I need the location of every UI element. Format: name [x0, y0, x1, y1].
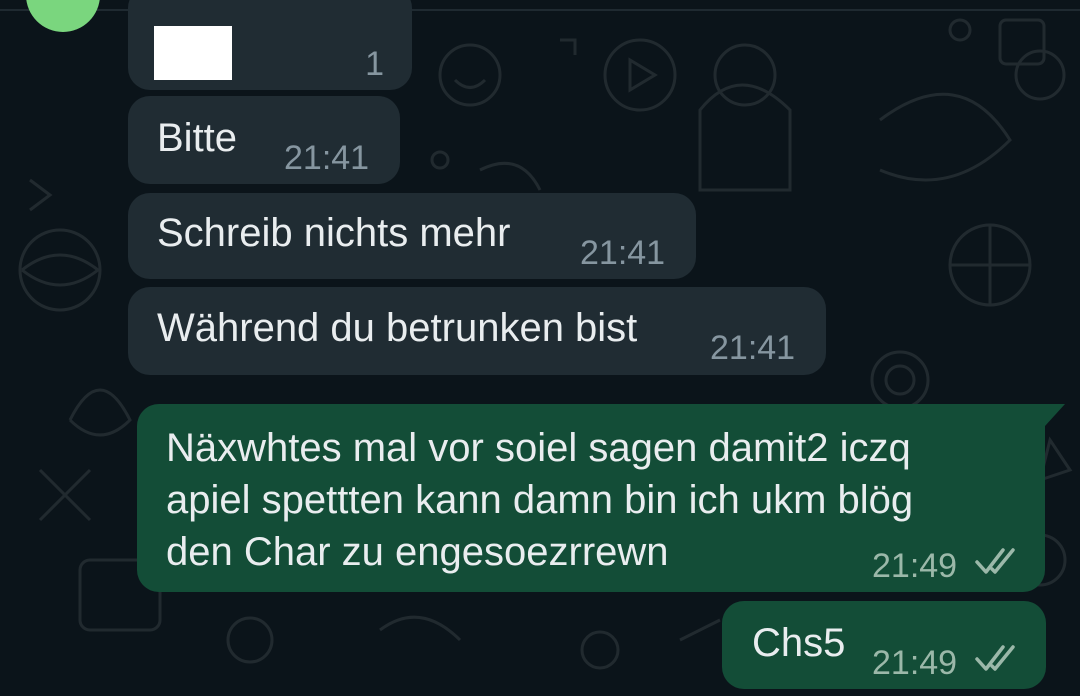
message-time: 21:49	[872, 644, 958, 682]
message-text: Während du betrunken bist	[157, 306, 638, 350]
message-time: 21:41	[710, 329, 796, 367]
redacted-image	[154, 26, 232, 80]
double-check-icon	[975, 645, 1015, 671]
message-text: Näxwhtes mal vor soiel sagen damit2 iczq…	[166, 426, 914, 574]
double-check-icon	[975, 548, 1015, 574]
bubble-tail	[1045, 404, 1065, 426]
incoming-message-bubble[interactable]: 1	[128, 0, 412, 90]
incoming-message-bubble[interactable]: Bitte 21:41	[128, 96, 400, 184]
message-time: 1	[365, 45, 384, 83]
incoming-message-bubble[interactable]: Während du betrunken bist 21:41	[128, 287, 826, 375]
message-time: 21:41	[580, 234, 666, 272]
message-time: 21:49	[872, 547, 958, 585]
message-text: Schreib nichts mehr	[157, 211, 511, 255]
message-text: Bitte	[157, 116, 238, 160]
outgoing-message-bubble[interactable]: Näxwhtes mal vor soiel sagen damit2 iczq…	[137, 404, 1045, 592]
message-time: 21:41	[284, 139, 370, 177]
chat-view[interactable]: 1 Bitte 21:41 Schreib nichts mehr 21:41 …	[0, 0, 1080, 696]
incoming-message-bubble[interactable]: Schreib nichts mehr 21:41	[128, 193, 696, 279]
outgoing-message-bubble[interactable]: Chs5 21:49	[722, 601, 1046, 689]
message-text: Chs5	[752, 621, 846, 665]
